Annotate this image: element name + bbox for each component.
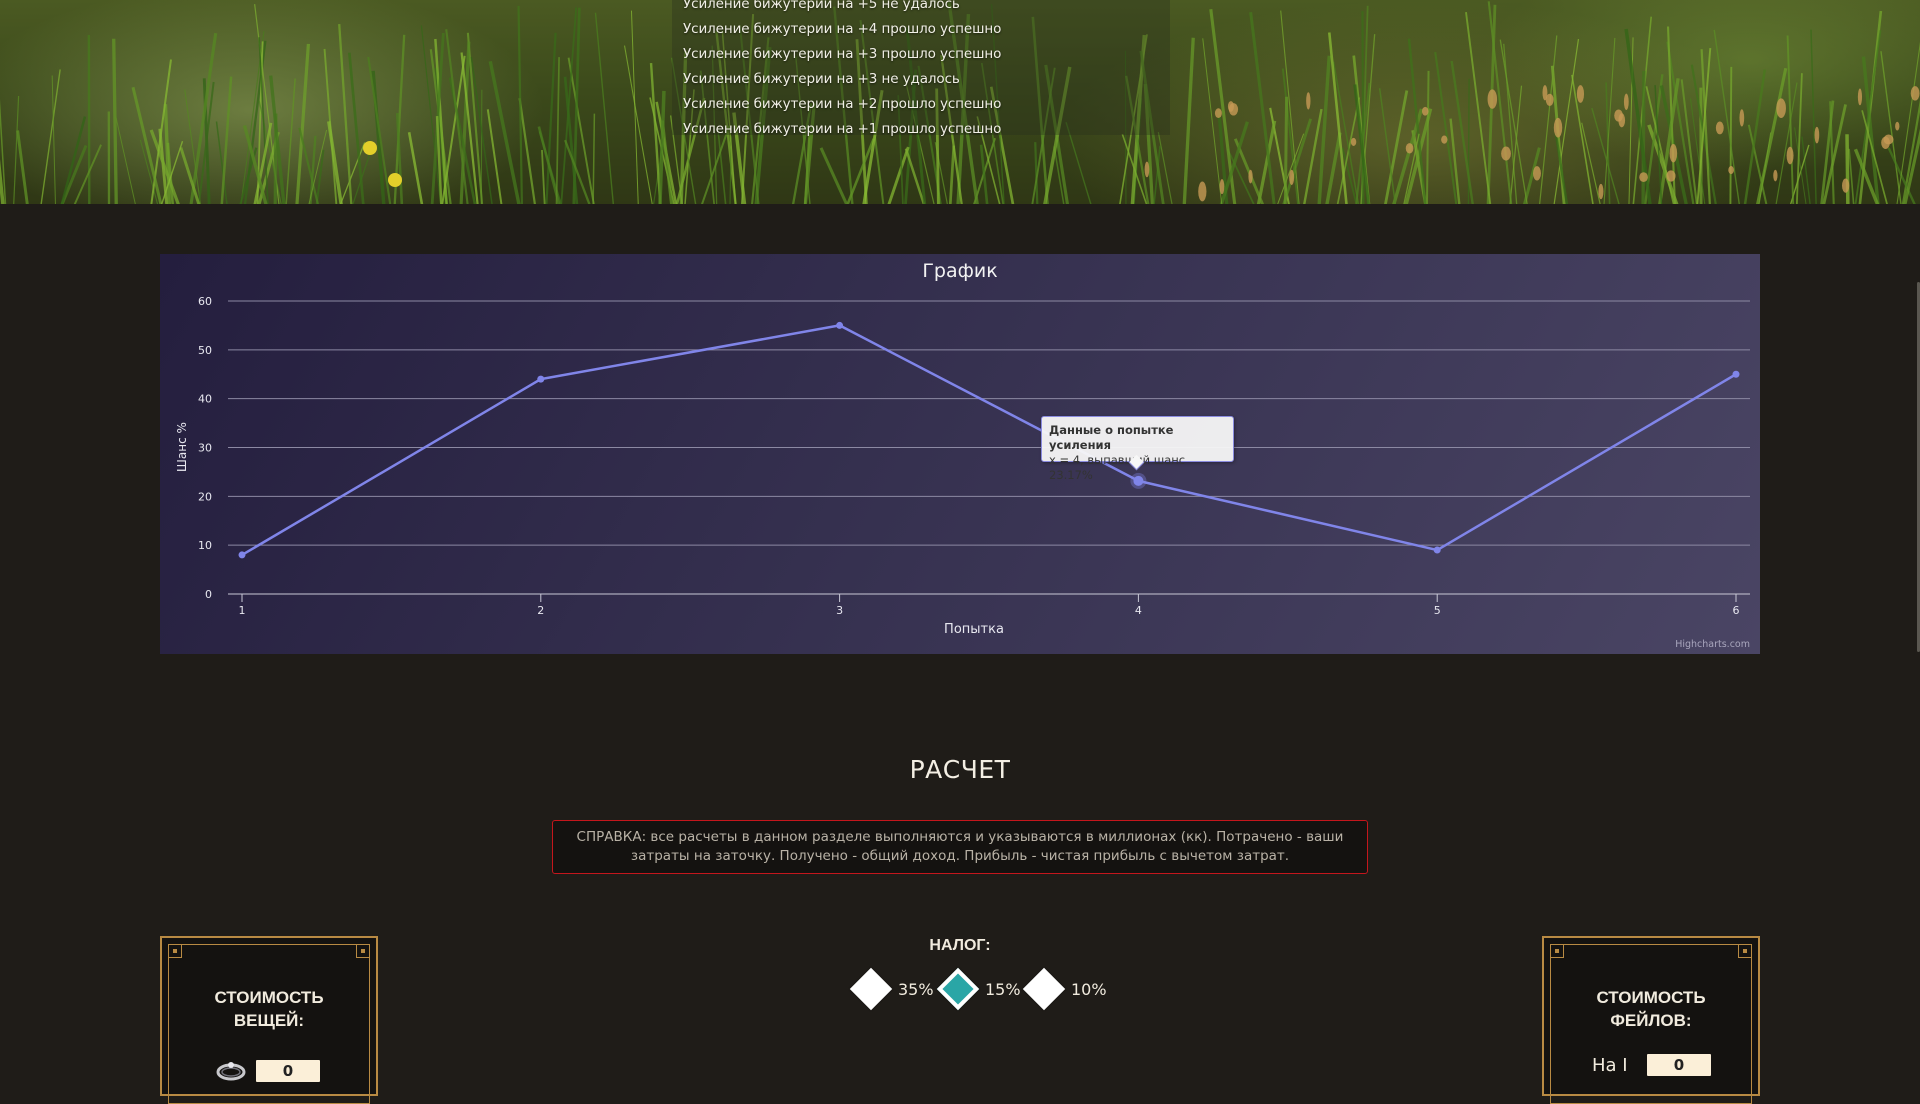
tax-option-label: 15% (985, 980, 1021, 999)
log-entry: Усиление бижутерии на +1 прошло успешно (683, 121, 1002, 137)
y-tick-label: 0 (205, 588, 212, 601)
chance-chart: 0 10 20 30 40 50 60 1 2 3 4 5 6 Попытка Шанс % График … (160, 254, 1760, 654)
items-cost-input[interactable] (256, 1060, 320, 1082)
tax-option-label: 35% (898, 980, 934, 999)
items-cost-card: СТОИМОСТЬ ВЕЩЕЙ: (160, 936, 378, 1104)
log-entry: Усиление бижутерии на +3 прошло успешно (683, 46, 1002, 62)
items-cost-title: СТОИМОСТЬ ВЕЩЕЙ: (162, 986, 376, 1032)
items-cost-title-line2: ВЕЩЕЙ: (233, 1011, 305, 1030)
data-point (238, 551, 246, 559)
items-cost-title-line1: СТОИМОСТЬ (214, 988, 324, 1007)
chart-plot: 0 10 20 30 40 50 60 1 2 3 4 5 6 Попытка Шанс % (175, 295, 1750, 637)
fails-cost-title: СТОИМОСТЬ ФЕЙЛОВ: (1544, 986, 1758, 1032)
y-tick-label: 40 (198, 393, 212, 406)
log-entry: Усиление бижутерии на +3 не удалось (683, 71, 960, 87)
fails-cost-title-line2: ФЕЙЛОВ: (1610, 1011, 1692, 1030)
card-corner-ornament (1550, 944, 1564, 958)
x-tick-label: 5 (1434, 604, 1441, 617)
card-corner-ornament (168, 944, 182, 958)
chart-title: График (922, 260, 998, 282)
enhance-log-list: Усиление бижутерии на +5 не удалось Усиле… (683, 0, 1001, 142)
y-tick-label: 30 (198, 442, 212, 455)
y-tick-label: 20 (198, 490, 212, 503)
x-axis-label: Попытка (944, 622, 1004, 637)
y-axis-label: Шанс % (175, 422, 189, 472)
fail-cost-input[interactable] (1647, 1054, 1711, 1076)
fails-cost-card: СТОИМОСТЬ ФЕЙЛОВ: На I (1542, 936, 1760, 1104)
x-tick-label: 3 (836, 604, 843, 617)
calc-help-note: СПРАВКА: все расчеты в данном разделе вы… (552, 820, 1368, 874)
x-tick-label: 4 (1135, 604, 1142, 617)
card-corner-ornament (356, 944, 370, 958)
data-point (1732, 370, 1740, 378)
series-line (241, 324, 1737, 557)
hero-banner: Усиление бижутерии на +5 не удалось Усиле… (0, 0, 1920, 204)
x-tick-label: 2 (537, 604, 544, 617)
card-corner-ornament (1738, 944, 1752, 958)
fail-stage-label: На I (1592, 1055, 1628, 1076)
radio-diamond-selected-icon[interactable] (936, 967, 980, 1011)
chart-credits[interactable]: Highcharts.com (1675, 639, 1750, 650)
x-tick-label: 6 (1733, 604, 1740, 617)
data-point (537, 375, 545, 383)
radio-diamond-icon[interactable] (1022, 967, 1066, 1011)
log-entry: Усиление бижутерии на +2 прошло успешно (683, 96, 1002, 112)
log-entry: Усиление бижутерии на +4 прошло успешно (683, 21, 1002, 37)
data-point (836, 321, 844, 329)
tooltip-body: x = 4, выпавший шанс 23.17% (1049, 453, 1186, 482)
y-tick-label: 60 (198, 295, 212, 308)
chart-tooltip: Данные о попытке усиления x = 4, выпавши… (1041, 416, 1234, 482)
tooltip-title: Данные о попытке усиления (1049, 423, 1174, 452)
calc-heading: РАСЧЕТ (909, 755, 1011, 784)
tax-option-label: 10% (1071, 980, 1107, 999)
y-tick-label: 10 (198, 539, 212, 552)
x-tick-label: 1 (239, 604, 246, 617)
ring-icon (216, 1062, 246, 1081)
radio-diamond-icon[interactable] (849, 967, 893, 1011)
y-tick-label: 50 (198, 344, 212, 357)
log-entry: Усиление бижутерии на +5 не удалось (683, 0, 960, 12)
fails-cost-title-line1: СТОИМОСТЬ (1596, 988, 1706, 1007)
data-point (1433, 546, 1441, 554)
